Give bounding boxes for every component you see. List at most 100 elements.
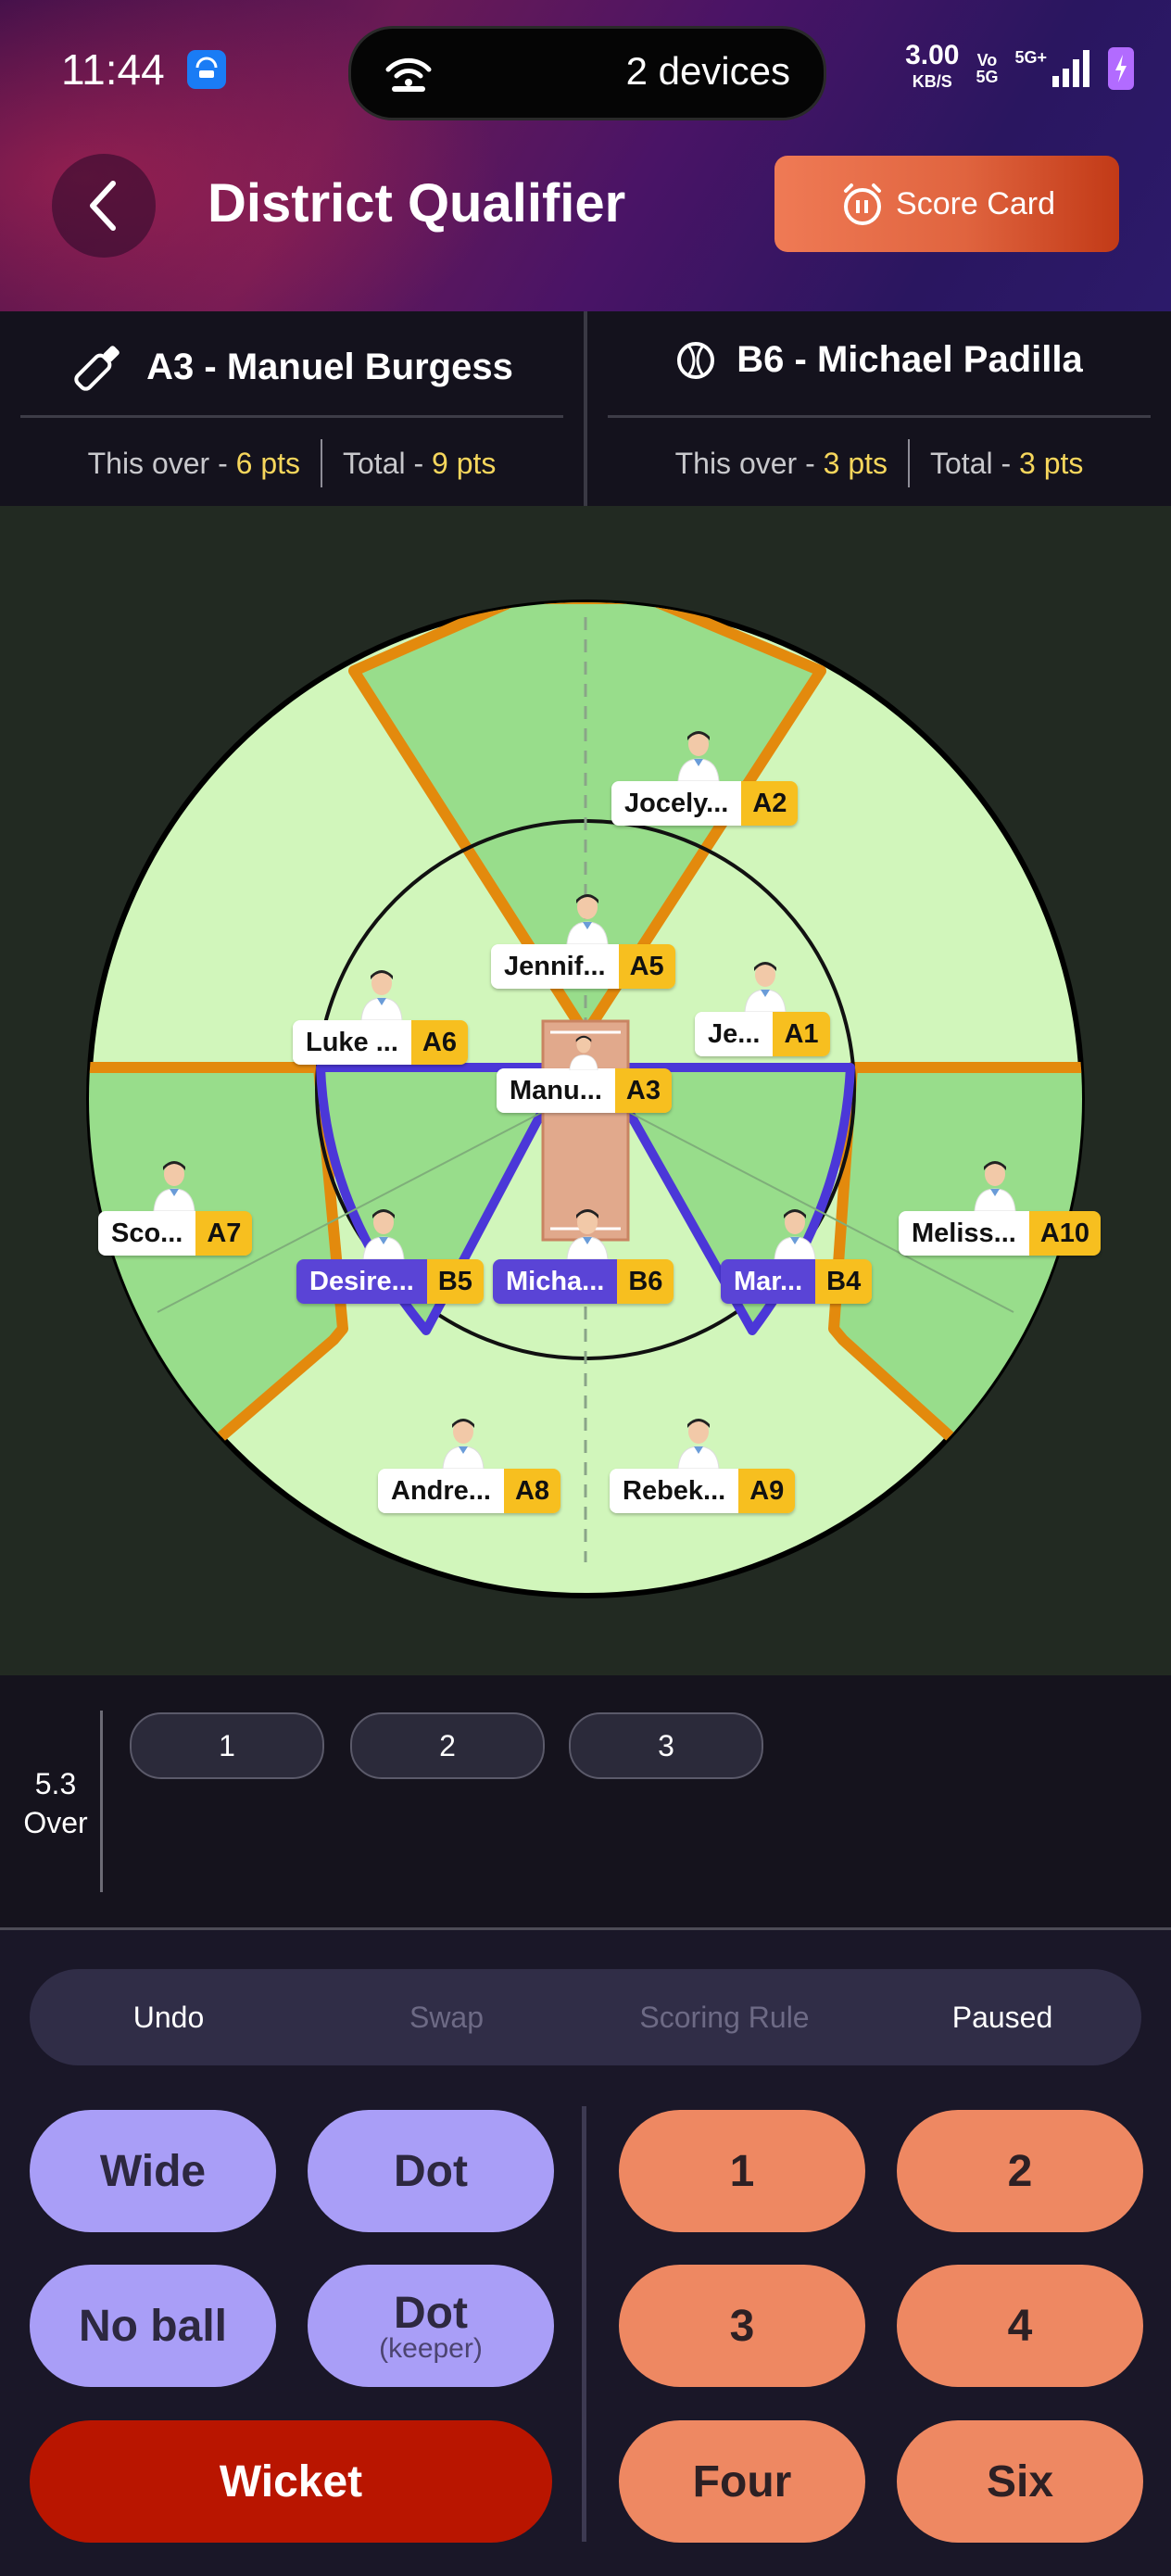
fielder-B4[interactable]: Mar... B4 (721, 1209, 873, 1304)
batter-panel[interactable]: A3 - Manuel Burgess This over - 6 pts To… (0, 311, 584, 506)
fielder-B5[interactable]: Desire... B5 (296, 1209, 484, 1304)
player-avatar-icon (442, 1419, 485, 1469)
fielder-A7[interactable]: Sco... A7 (98, 1161, 253, 1256)
dot-keeper-button[interactable]: Dot (keeper) (308, 2265, 554, 2387)
app-header: 11:44 2 devices 3.00 KB/S Vo 5G 5G+ Dist… (0, 0, 1171, 311)
fielder-name: Mar... (721, 1259, 816, 1304)
score-card-label: Score Card (896, 185, 1055, 221)
fielder-A2[interactable]: Jocely... A2 (611, 731, 799, 826)
batter-stats: This over - 6 pts Total - 9 pts (0, 439, 584, 487)
run-1-button[interactable]: 1 (619, 2110, 865, 2232)
no-ball-button[interactable]: No ball (30, 2265, 276, 2387)
volte-indicator: Vo 5G (976, 52, 998, 85)
scoring-rule-button[interactable]: Scoring Rule (586, 2001, 863, 2035)
fielder-code: A3 (614, 1068, 672, 1113)
fielder-name: Andre... (378, 1469, 504, 1513)
run-3-button[interactable]: 3 (619, 2265, 865, 2387)
fielder-code: A9 (738, 1469, 796, 1513)
ball-chip[interactable]: 2 (350, 1712, 545, 1779)
island-devices-text: 2 devices (625, 49, 790, 93)
over-summary: 5.3 Over 1 2 3 (0, 1675, 1171, 1930)
ball-chip[interactable]: 3 (569, 1712, 763, 1779)
player-avatar-icon (677, 1419, 720, 1469)
hotspot-icon (384, 53, 433, 98)
speed-unit: KB/S (912, 72, 952, 91)
volte-top: Vo (976, 51, 998, 69)
battery-icon (1108, 47, 1134, 90)
signal-icon: 5G+ (1014, 48, 1091, 89)
wide-button[interactable]: Wide (30, 2110, 276, 2232)
player-avatar-icon (566, 1209, 609, 1259)
over-text: Over (23, 1806, 88, 1839)
bowler-panel[interactable]: B6 - Michael Padilla This over - 3 pts T… (587, 311, 1171, 506)
stat-separator (908, 439, 910, 487)
four-button[interactable]: Four (619, 2420, 865, 2543)
dot-keeper-sublabel: (keeper) (379, 2332, 483, 2364)
fielder-name: Micha... (493, 1259, 618, 1304)
player-avatar-icon (744, 962, 787, 1012)
cricket-field-area: Jocely... A2 Jennif... A5 Luke ... A6 Je...… (0, 506, 1171, 1675)
status-right: 3.00 KB/S Vo 5G 5G+ (905, 42, 1134, 95)
dot-button[interactable]: Dot (308, 2110, 554, 2232)
fielder-A3[interactable]: Manu... A3 (497, 1035, 672, 1113)
scoring-controls: Undo Swap Scoring Rule Paused Wide Dot N… (0, 1930, 1171, 2576)
fielder-code: A5 (618, 944, 675, 989)
fielder-name: Luke ... (293, 1020, 411, 1065)
bowler-name-row: B6 - Michael Padilla (587, 339, 1171, 381)
fielder-name: Rebek... (610, 1469, 739, 1513)
batter-this-over-value: 6 pts (235, 446, 300, 480)
bowler-name: B6 - Michael Padilla (737, 339, 1083, 380)
fielder-tag: Micha... B6 (493, 1259, 674, 1304)
fielder-code: A7 (195, 1211, 253, 1256)
back-button[interactable] (52, 154, 156, 258)
fielder-A6[interactable]: Luke ... A6 (293, 970, 468, 1065)
fielder-tag: Jocely... A2 (611, 781, 799, 826)
swap-button[interactable]: Swap (308, 2001, 586, 2035)
page-title: District Qualifier (208, 173, 626, 234)
fielder-tag: Andre... A8 (378, 1469, 561, 1513)
cricket-ball-icon (677, 341, 715, 379)
divider (20, 415, 563, 418)
player-avatar-icon (566, 894, 609, 944)
bowler-total-value: 3 pts (1019, 446, 1084, 480)
wicket-button[interactable]: Wicket (30, 2420, 552, 2543)
network-type: 5G+ (1014, 48, 1047, 67)
fielder-A1[interactable]: Je... A1 (695, 962, 830, 1056)
score-card-button[interactable]: Score Card (774, 156, 1119, 252)
fielder-tag: Rebek... A9 (610, 1469, 796, 1513)
fielder-A10[interactable]: Meliss... A10 (899, 1161, 1102, 1256)
fielder-name: Sco... (98, 1211, 196, 1256)
player-avatar-icon (677, 731, 720, 781)
fielder-A8[interactable]: Andre... A8 (378, 1419, 561, 1513)
fielder-name: Jennif... (491, 944, 619, 989)
paused-button[interactable]: Paused (863, 2001, 1141, 2035)
controls-divider (582, 2106, 586, 2542)
dynamic-island[interactable]: 2 devices (348, 26, 826, 120)
fielder-name: Jocely... (611, 781, 742, 826)
stat-separator (321, 439, 322, 487)
player-avatar-icon (569, 1035, 598, 1070)
fielder-tag: Desire... B5 (296, 1259, 484, 1304)
fielder-code: A8 (503, 1469, 561, 1513)
fielder-A5[interactable]: Jennif... A5 (491, 894, 675, 989)
fielder-tag: Jennif... A5 (491, 944, 675, 989)
run-4-button[interactable]: 4 (897, 2265, 1143, 2387)
dot-keeper-label: Dot (394, 2288, 468, 2338)
fielder-name: Manu... (497, 1068, 615, 1113)
run-2-button[interactable]: 2 (897, 2110, 1143, 2232)
chevron-left-icon (90, 181, 116, 231)
fielder-name: Je... (695, 1012, 774, 1056)
batter-this-over-label: This over - (87, 446, 236, 480)
over-label: 5.3 Over (15, 1764, 96, 1842)
fielder-tag: Luke ... A6 (293, 1020, 468, 1065)
fielder-A9[interactable]: Rebek... A9 (610, 1419, 796, 1513)
fielder-name: Desire... (296, 1259, 427, 1304)
ball-chip[interactable]: 1 (130, 1712, 324, 1779)
notification-app-icon (187, 50, 226, 89)
stopwatch-icon (844, 183, 882, 225)
player-avatar-icon (360, 970, 403, 1020)
undo-button[interactable]: Undo (30, 2001, 308, 2035)
six-button[interactable]: Six (897, 2420, 1143, 2543)
fielder-tag: Sco... A7 (98, 1211, 253, 1256)
fielder-B6[interactable]: Micha... B6 (493, 1209, 674, 1304)
